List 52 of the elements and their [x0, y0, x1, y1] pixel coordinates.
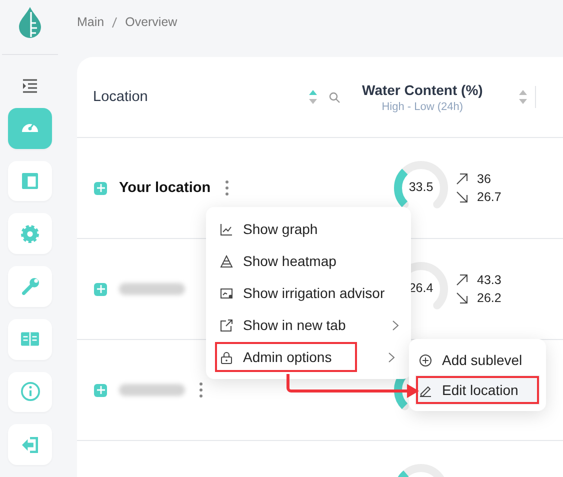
expand-button[interactable] — [94, 282, 107, 296]
lock-icon — [220, 350, 233, 364]
plus-circle-icon — [419, 354, 432, 366]
trend-up-icon — [456, 274, 468, 286]
open-book-icon — [21, 332, 39, 346]
wrench-icon — [22, 278, 38, 296]
low-value: 26.7 — [477, 190, 502, 204]
logout-icon — [22, 436, 38, 453]
plus-icon — [96, 184, 104, 192]
settings-icon — [21, 224, 39, 243]
chevron-right-icon — [392, 320, 399, 330]
low-value: 26.2 — [477, 291, 502, 305]
menu-item[interactable]: Show irrigation advisor — [214, 277, 403, 309]
high-value: 43.3 — [477, 273, 502, 287]
column-header: Water Content (%) — [362, 82, 483, 98]
trend-down-icon — [456, 191, 468, 203]
breadcrumb-link[interactable]: Overview — [125, 15, 178, 29]
menu-item[interactable]: Admin options — [214, 341, 358, 373]
column-subtitle: High - Low (24h) — [382, 100, 464, 112]
external-link-icon — [220, 318, 233, 332]
sort-icon[interactable] — [519, 90, 527, 104]
expand-button[interactable] — [94, 384, 107, 396]
logo-icon — [18, 7, 42, 38]
location-name: Your location — [119, 180, 211, 196]
separator-icon — [112, 17, 118, 28]
menu-item[interactable]: Show graph — [214, 213, 403, 245]
column-header: Location — [93, 89, 148, 105]
layout-icon — [22, 173, 38, 190]
triangle-icon — [220, 254, 233, 268]
info-icon — [20, 382, 40, 402]
chevron-right-icon — [388, 352, 395, 362]
monitor-chart-icon — [220, 286, 233, 300]
collapse-menu-icon — [22, 78, 38, 93]
menu-item[interactable]: Show in new tab — [214, 309, 403, 341]
gauge-value: 33.5 — [408, 180, 434, 194]
menu-item[interactable]: Show heatmap — [214, 245, 403, 277]
plus-icon — [96, 386, 104, 394]
breadcrumb-link[interactable]: Main — [77, 15, 104, 29]
trend-down-icon — [456, 292, 468, 304]
gauge-icon — [22, 124, 38, 132]
line-chart-icon — [220, 222, 233, 236]
menu-item[interactable]: Add sublevel — [415, 345, 540, 375]
pencil-icon — [419, 384, 432, 396]
trend-up-icon — [456, 173, 468, 185]
more-options-icon[interactable] — [224, 180, 229, 196]
more-options-icon[interactable] — [199, 382, 203, 398]
plus-icon — [96, 285, 104, 293]
sort-icon[interactable] — [309, 90, 317, 104]
search-icon[interactable] — [329, 92, 340, 102]
high-value: 36 — [477, 172, 491, 186]
expand-button[interactable] — [94, 182, 107, 194]
menu-item[interactable]: Edit location — [415, 375, 540, 405]
